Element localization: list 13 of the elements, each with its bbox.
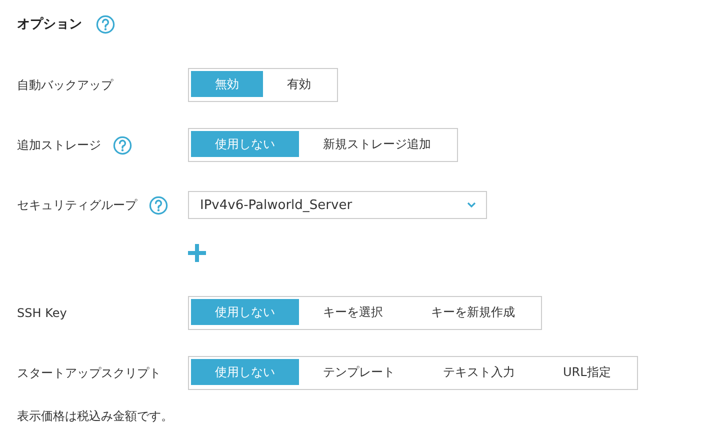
select-field[interactable]: IPv4v6-Palworld_Server: [188, 191, 487, 219]
price-note: 表示価格は税込み金額です。: [17, 408, 174, 425]
help-icon[interactable]: [149, 196, 168, 214]
field-label: スタートアップスクリプト: [17, 364, 161, 382]
field-label: セキュリティグループ: [17, 196, 137, 214]
field-label: 追加ストレージ: [17, 136, 101, 154]
add-icon[interactable]: [188, 244, 206, 262]
help-icon[interactable]: [113, 136, 132, 154]
chevron-icon: [467, 202, 476, 208]
section-title: オプション: [17, 16, 82, 33]
field-label: 自動バックアップ: [17, 76, 113, 94]
field-label: SSH Key: [17, 306, 67, 320]
help-icon[interactable]: [96, 14, 115, 34]
